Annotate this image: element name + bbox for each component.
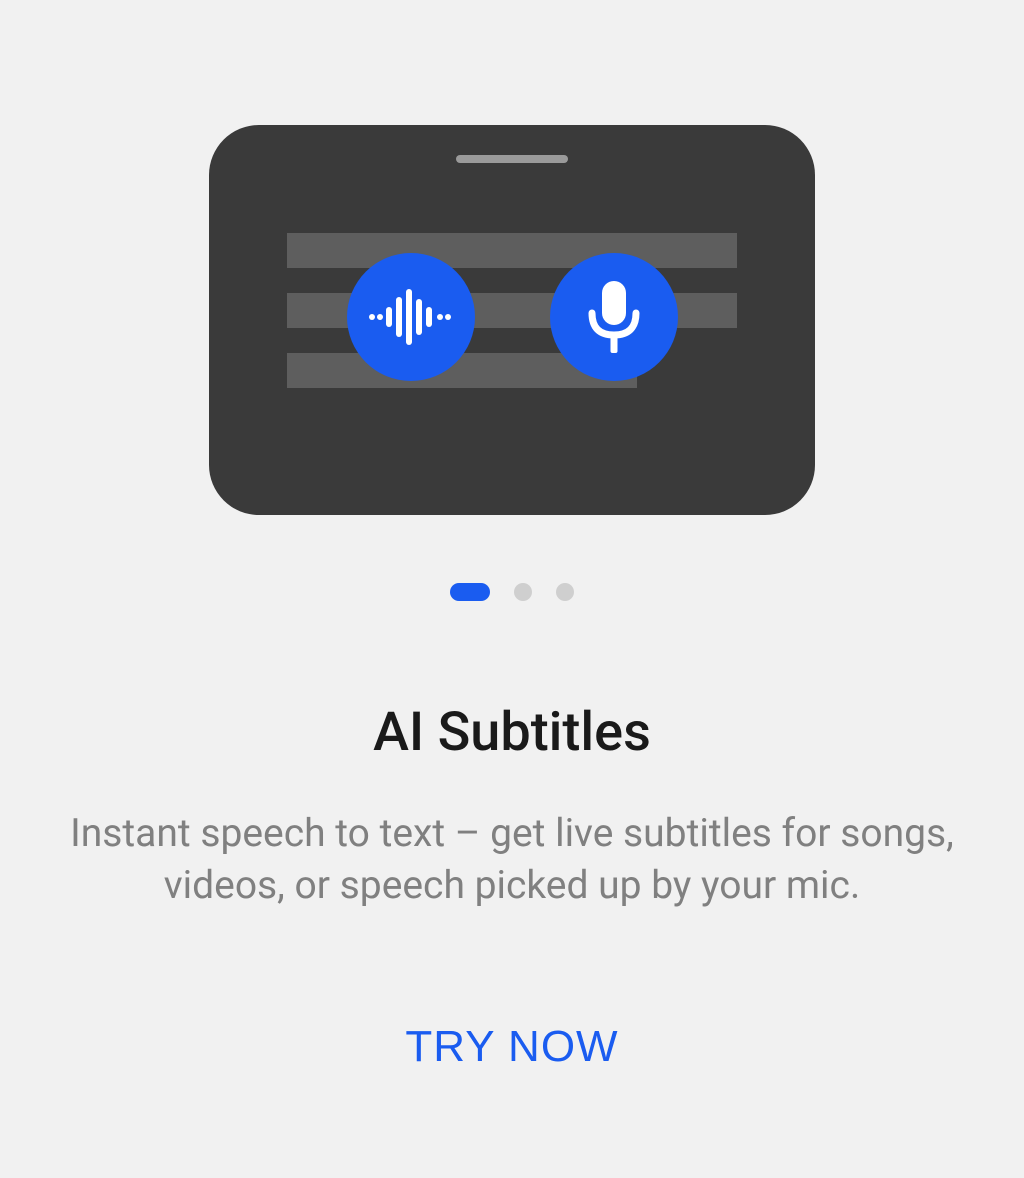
try-now-button[interactable]: TRY NOW (405, 1022, 618, 1072)
subtitle-lines-illustration (287, 233, 737, 413)
waveform-icon (347, 253, 475, 381)
pagination-dot-2[interactable] (514, 583, 532, 601)
device-notch (456, 155, 568, 163)
feature-content: AI Subtitles Instant speech to text – ge… (0, 701, 1024, 912)
feature-description: Instant speech to text – get live subtit… (60, 808, 964, 912)
pagination-dot-3[interactable] (556, 583, 574, 601)
carousel-pagination (450, 583, 574, 601)
feature-illustration (209, 125, 815, 515)
feature-title: AI Subtitles (60, 701, 964, 764)
pagination-dot-1[interactable] (450, 583, 490, 601)
microphone-icon (550, 253, 678, 381)
